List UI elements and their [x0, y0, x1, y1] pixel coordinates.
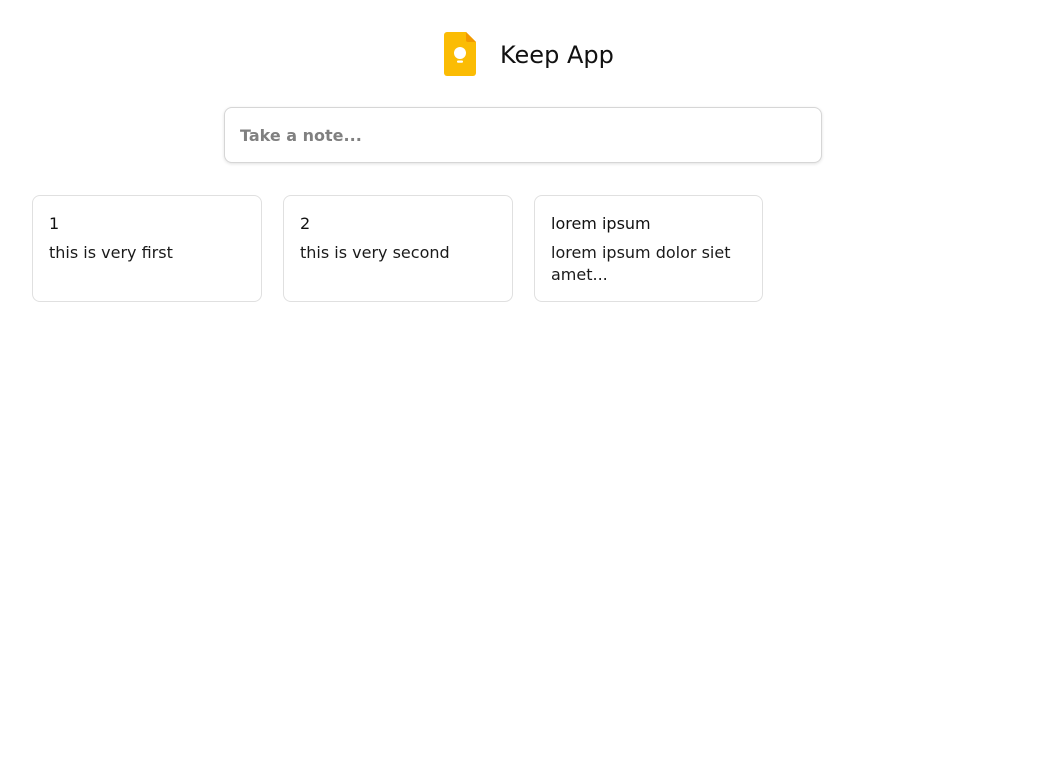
note-content: lorem ipsum dolor siet amet...: [551, 243, 731, 284]
note-card[interactable]: 1 this is very first: [32, 195, 262, 302]
note-content: this is very first: [49, 243, 173, 262]
keep-note-icon: [444, 32, 476, 76]
note-content: this is very second: [300, 243, 450, 262]
app-header: Keep App: [0, 0, 1042, 110]
note-composer[interactable]: [224, 107, 822, 163]
note-card[interactable]: 2 this is very second: [283, 195, 513, 302]
note-card[interactable]: lorem ipsum lorem ipsum dolor siet amet.…: [534, 195, 763, 302]
note-title: 2: [300, 214, 311, 233]
app-title: Keep App: [500, 41, 614, 69]
note-input[interactable]: [240, 108, 800, 162]
note-title: 1: [49, 214, 60, 233]
note-title: lorem ipsum: [551, 214, 651, 233]
